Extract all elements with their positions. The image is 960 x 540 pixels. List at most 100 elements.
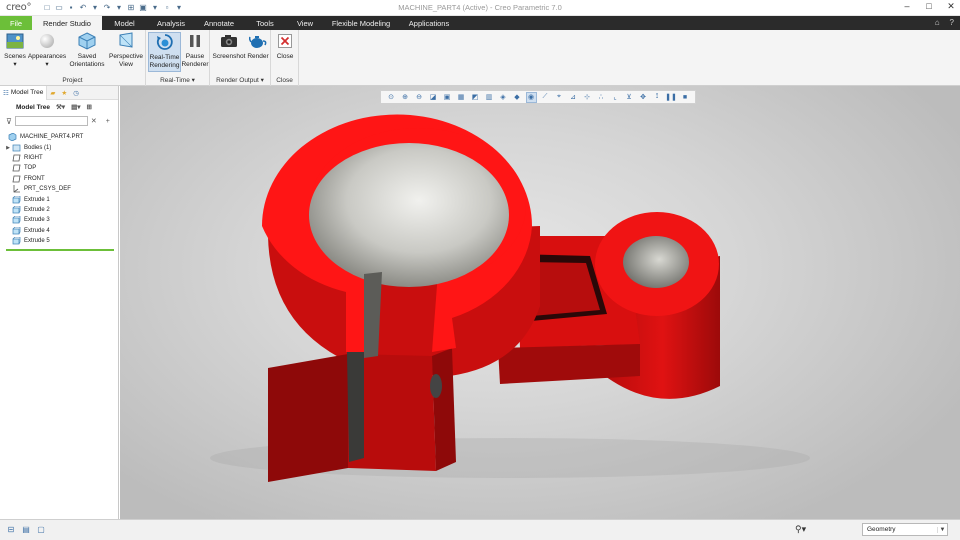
redo-icon[interactable]: ↷: [102, 3, 112, 13]
tab-flexible-modeling[interactable]: Flexible Modeling: [323, 16, 399, 30]
undo-dropdown-icon[interactable]: ▾: [90, 3, 100, 13]
ribbon-group-project: Scenes ▾ Appearances ▾ Saved Orientation…: [0, 30, 146, 86]
undo-icon[interactable]: ↶: [78, 3, 88, 13]
render-button[interactable]: Render: [247, 32, 269, 61]
new-file-icon[interactable]: □: [42, 3, 52, 13]
chevron-down-icon: ▼: [937, 526, 947, 533]
expand-arrow-icon[interactable]: ▶: [4, 145, 12, 151]
tree-node[interactable]: FRONT: [0, 174, 118, 184]
tree-show-icon[interactable]: ⊞: [86, 103, 91, 111]
fullscreen-icon[interactable]: ▢: [36, 524, 46, 534]
quick-access-toolbar: □ ▭ ▪ ↶ ▾ ↷ ▾ ⊞ ▣ ▾ ▫ ▾: [42, 3, 184, 13]
navigator-toggle-icon[interactable]: ⊟: [6, 524, 16, 534]
save-icon[interactable]: ▪: [66, 3, 76, 13]
add-filter-icon[interactable]: +: [106, 118, 110, 125]
panel-tabs: ☷ Model Tree ▰ ★ ◷: [0, 85, 118, 100]
ribbon-group-render-output: Screenshot Render Render Output ▾: [210, 30, 271, 86]
tree-node-label: Extrude 5: [24, 238, 50, 245]
tree-node-label: RIGHT: [24, 154, 43, 161]
tree-node[interactable]: RIGHT: [0, 153, 118, 163]
folder-icon: ▰: [50, 89, 56, 97]
tree-settings-icon[interactable]: ⚒▾: [56, 103, 65, 111]
tab-history[interactable]: ◷: [70, 86, 82, 100]
windows-dropdown-icon[interactable]: ▾: [150, 3, 160, 13]
tree-node[interactable]: Extrude 4: [0, 226, 118, 236]
find-binoculars-icon[interactable]: ⚲▾: [795, 524, 806, 535]
minimize-icon[interactable]: –: [902, 1, 912, 12]
realtime-rendering-button[interactable]: Real-Time Rendering: [148, 32, 181, 72]
regenerate-icon[interactable]: ⊞: [126, 3, 136, 13]
tree-node[interactable]: PRT_CSYS_DEF: [0, 184, 118, 194]
tab-model[interactable]: Model: [102, 16, 147, 30]
graphics-viewport[interactable]: ⊙ ⊕ ⊖ ◪ ▣ ▦ ◩ ▥ ◈ ◆ ◉ ⟋ ⌖ ⊿ ⊹ ∴ ⌞ ⊻ ✥ ⟟ …: [120, 86, 960, 519]
tree-node-label: MACHINE_PART4.PRT: [20, 134, 84, 141]
close-window-icon[interactable]: ▫: [162, 3, 172, 13]
tree-node[interactable]: ▶ Bodies (1): [0, 142, 118, 152]
tab-view[interactable]: View: [287, 16, 323, 30]
open-folder-icon[interactable]: ▭: [54, 3, 64, 13]
tab-folder-browser[interactable]: ▰: [47, 86, 58, 100]
appearances-button[interactable]: Appearances ▾: [28, 32, 66, 68]
help-icon[interactable]: ?: [950, 18, 954, 27]
model-tree-icon: ☷: [3, 89, 9, 97]
help-center-icon[interactable]: ⌂: [935, 18, 940, 27]
customize-qat-icon[interactable]: ▾: [174, 3, 184, 13]
tree-columns-icon[interactable]: ▤▾: [71, 103, 80, 111]
saved-orientations-button[interactable]: Saved Orientations: [67, 32, 107, 68]
machine-part-model[interactable]: [120, 86, 960, 519]
scenes-button[interactable]: Scenes ▾: [3, 32, 27, 68]
tree-node[interactable]: Extrude 3: [0, 215, 118, 225]
saved-orientations-icon: [78, 32, 96, 50]
selection-filter-select[interactable]: Geometry ▼: [862, 523, 948, 536]
title-bar: creo° □ ▭ ▪ ↶ ▾ ↷ ▾ ⊞ ▣ ▾ ▫ ▾ MACHINE_PA…: [0, 0, 960, 16]
tree-node-label: TOP: [24, 165, 37, 172]
extrude-icon: [12, 237, 21, 245]
tab-tools[interactable]: Tools: [243, 16, 287, 30]
group-label-close: Close: [276, 77, 293, 84]
datum-plane-icon: [12, 154, 21, 162]
browser-toggle-icon[interactable]: ▤: [21, 524, 31, 534]
maximize-icon[interactable]: □: [924, 1, 934, 12]
tree-node[interactable]: MACHINE_PART4.PRT: [0, 132, 118, 142]
tree-node-label: Extrude 1: [24, 196, 50, 203]
perspective-view-button[interactable]: Perspective View: [108, 32, 144, 68]
tree-node-label: PRT_CSYS_DEF: [24, 186, 71, 193]
filter-icon[interactable]: ⊽: [6, 117, 12, 126]
tree-node[interactable]: Extrude 1: [0, 194, 118, 204]
insert-here-marker[interactable]: [6, 249, 114, 252]
clear-filter-icon[interactable]: ✕: [91, 117, 97, 125]
tab-favorites[interactable]: ★: [58, 86, 70, 100]
tree-node[interactable]: Extrude 2: [0, 205, 118, 215]
camera-icon: [220, 32, 238, 50]
history-icon: ◷: [73, 89, 79, 97]
redo-dropdown-icon[interactable]: ▾: [114, 3, 124, 13]
window-controls: – □ ✕: [902, 1, 956, 12]
model-tree: MACHINE_PART4.PRT ▶ Bodies (1) RIGHT TOP FRON…: [0, 132, 118, 246]
tab-file[interactable]: File: [0, 16, 32, 30]
pause-renderer-button[interactable]: Pause Renderer: [181, 32, 209, 68]
ribbon-tabs: File Render Studio Model Analysis Annota…: [0, 16, 960, 30]
tree-node[interactable]: Extrude 5: [0, 236, 118, 246]
tree-node-label: Extrude 3: [24, 217, 50, 224]
tree-search-input[interactable]: [14, 116, 88, 126]
bodies-icon: [12, 144, 21, 152]
part-icon: [8, 133, 17, 142]
close-button[interactable]: Close: [274, 32, 296, 61]
model-tree-panel: ☷ Model Tree ▰ ★ ◷ Model Tree ⚒▾ ▤▾ ⊞ ⊽ …: [0, 85, 119, 519]
perspective-view-icon: [117, 32, 135, 50]
group-label-render-output[interactable]: Render Output ▾: [210, 76, 270, 84]
ribbon-group-close: Close Close: [271, 30, 299, 86]
tab-applications[interactable]: Applications: [399, 16, 459, 30]
screenshot-button[interactable]: Screenshot: [212, 32, 246, 61]
tab-analysis[interactable]: Analysis: [147, 16, 195, 30]
appearance-sphere-icon: [38, 32, 56, 50]
close-icon[interactable]: ✕: [946, 1, 956, 12]
tree-node-label: Extrude 4: [24, 227, 50, 234]
group-label-project: Project: [62, 77, 83, 84]
tab-render-studio[interactable]: Render Studio: [32, 16, 102, 30]
tab-model-tree[interactable]: ☷ Model Tree: [0, 85, 48, 100]
tab-annotate[interactable]: Annotate: [195, 16, 243, 30]
tree-node[interactable]: TOP: [0, 163, 118, 173]
group-label-realtime[interactable]: Real-Time ▾: [146, 76, 209, 84]
windows-icon[interactable]: ▣: [138, 3, 148, 13]
